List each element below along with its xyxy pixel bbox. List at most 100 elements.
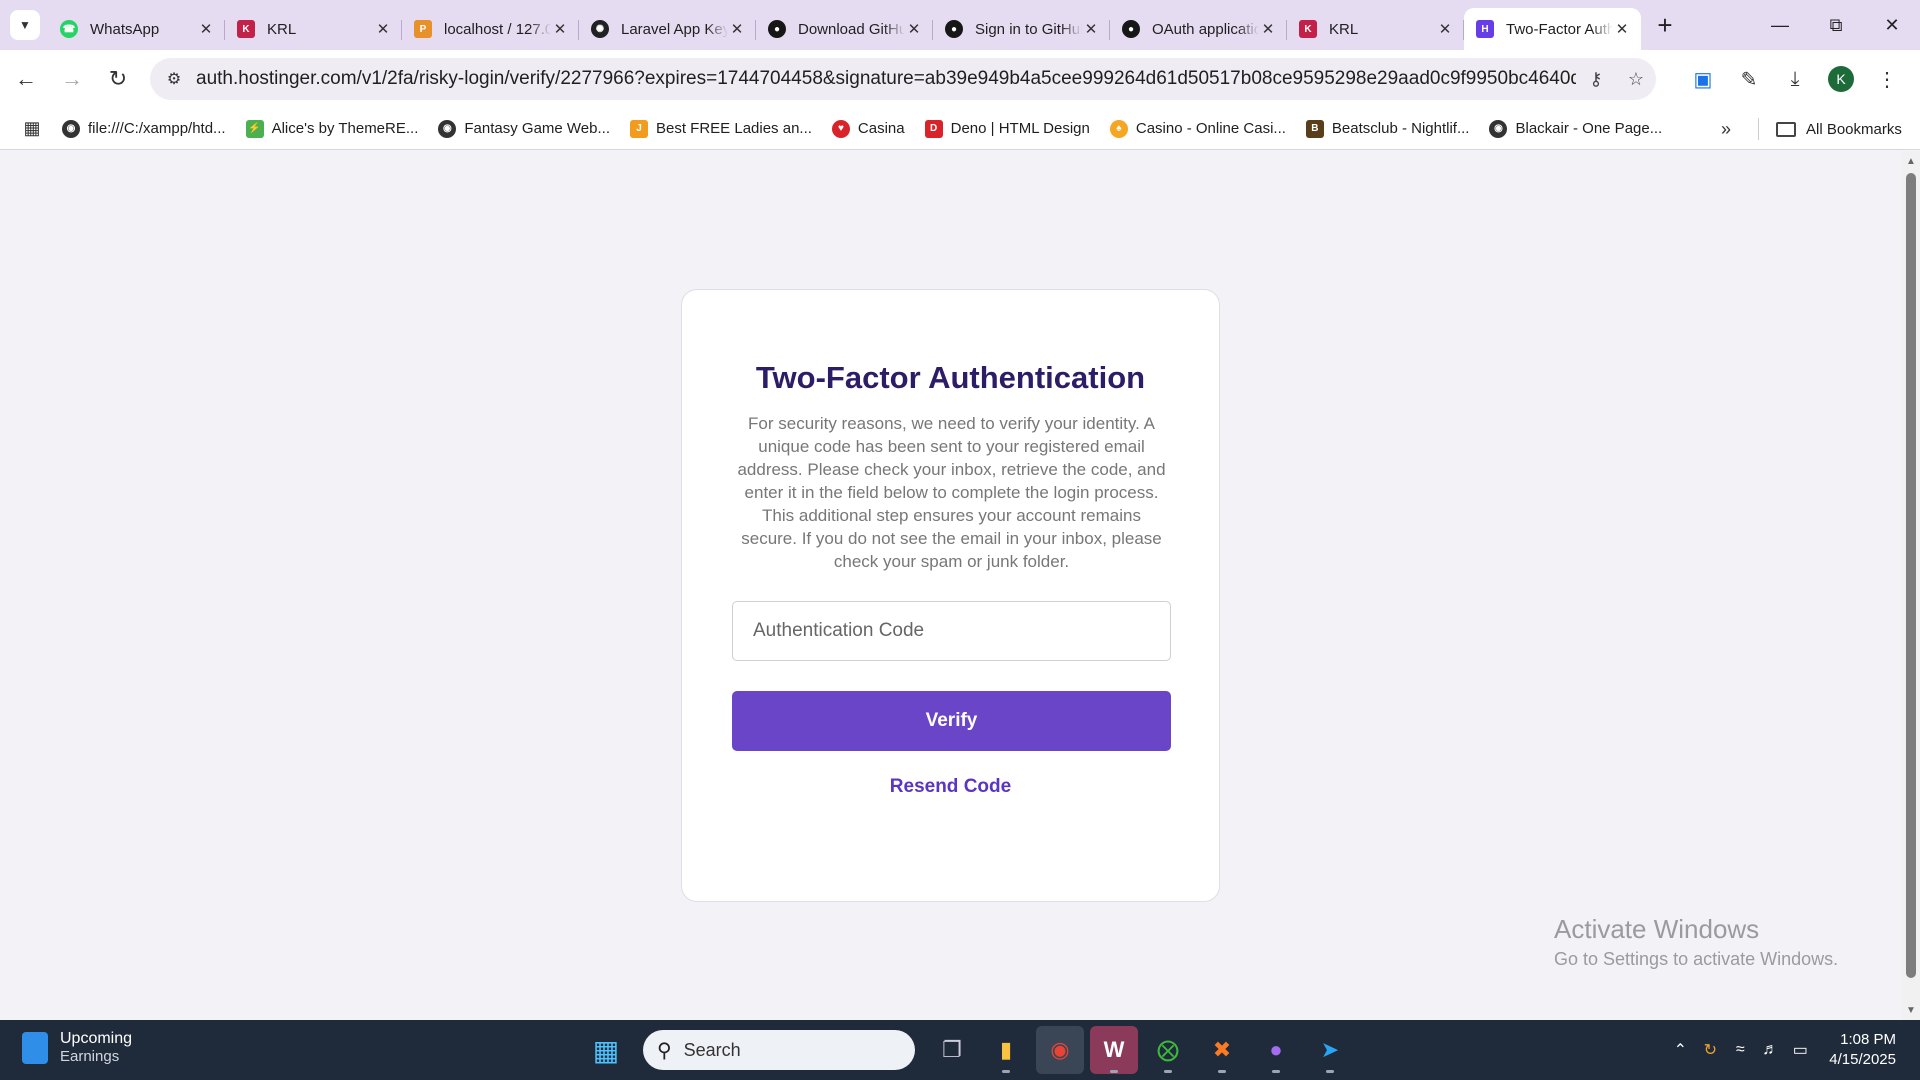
taskbar-clock[interactable]: 1:08 PM 4/15/2025 [1829,1030,1896,1070]
restore-button[interactable]: ⧉ [1808,0,1864,50]
bookmark-star-button[interactable]: ☆ [1616,59,1656,99]
url-text[interactable]: auth.hostinger.com/v1/2fa/risky-login/ve… [196,68,1576,90]
close-window-button[interactable]: ✕ [1864,0,1920,50]
scroll-up-icon[interactable]: ▲ [1902,153,1920,169]
apps-button[interactable]: ▦ [12,113,52,145]
bookmark-label: file:///C:/xampp/htd... [88,120,226,137]
xampp-button[interactable]: ✖ [1198,1026,1246,1074]
tab-localhost[interactable]: P localhost / 127.0.0.1 ✕ [402,8,579,50]
window-controls: — ⧉ ✕ [1752,0,1920,50]
windows-logo-icon: ▦ [592,1034,620,1066]
sync-button[interactable]: ↻ [1695,1030,1725,1070]
github-desktop-button[interactable]: ● [1252,1026,1300,1074]
xbox-button[interactable]: ⨂ [1144,1026,1192,1074]
close-icon[interactable]: ✕ [551,20,569,38]
browser-menu-button[interactable]: ⋮ [1864,59,1910,99]
close-icon[interactable]: ✕ [197,20,215,38]
weather-widget[interactable]: Upcoming Earnings [22,1030,132,1065]
taskbar-search[interactable]: ⚲ Search [643,1030,915,1070]
bookmark-item[interactable]: ◉ Blackair - One Page... [1479,113,1672,145]
tab-title: Download GitHub [798,20,905,38]
downloads-button[interactable]: ⤓ [1772,59,1818,99]
site-info-button[interactable]: ⚙ [154,59,194,99]
task-view-button[interactable]: ❐ [928,1026,976,1074]
forward-button[interactable]: → [52,59,92,99]
bookmark-label: Fantasy Game Web... [464,120,610,137]
bookmark-item[interactable]: ◉ file:///C:/xampp/htd... [52,113,236,145]
chevron-up-icon: ⌃ [1673,1042,1687,1059]
start-button[interactable]: ▦ [582,1026,630,1074]
close-icon[interactable]: ✕ [728,20,746,38]
taskbar-apps: ▦ ⚲ Search ❐ ▮ ◉ W ⨂ ✖ ● ➤ [579,1026,1357,1074]
bookmark-item[interactable]: ◉ Fantasy Game Web... [428,113,620,145]
tab-sign-in-github[interactable]: ● Sign in to GitHub ✕ [933,8,1110,50]
tab-title: WhatsApp [90,20,160,38]
password-key-button[interactable]: ⚷ [1576,59,1616,99]
bookmark-item[interactable]: J Best FREE Ladies an... [620,113,822,145]
battery-button[interactable]: ▭ [1785,1030,1815,1070]
authentication-code-input[interactable] [732,601,1171,661]
screen-capture-button[interactable]: ▣ [1680,59,1726,99]
bookmark-item[interactable]: ♥ Casina [822,113,915,145]
tab-strip: ▼ ☎ WhatsApp ✕ K KRL ✕ P localhost / 127… [0,0,1920,50]
close-icon[interactable]: ✕ [1436,20,1454,38]
xbox-icon: ⨂ [1157,1037,1179,1062]
new-tab-button[interactable]: + [1647,7,1683,43]
folder-icon [1776,121,1796,137]
krl-icon: K [1299,20,1317,38]
tab-title: Sign in to GitHub [975,20,1082,38]
verify-button[interactable]: Verify [732,691,1171,751]
show-hidden-icons-button[interactable]: ⌃ [1665,1030,1695,1070]
krl-icon: K [237,20,255,38]
close-icon[interactable]: ✕ [374,20,392,38]
close-icon[interactable]: ✕ [1082,20,1100,38]
tab-title: OAuth applications [1152,20,1259,38]
bookmark-item[interactable]: B Beatsclub - Nightlif... [1296,113,1480,145]
bookmark-item[interactable]: ⚡ Alice's by ThemeRE... [236,113,429,145]
file-explorer-button[interactable]: ▮ [982,1026,1030,1074]
profile-button[interactable]: K [1818,59,1864,99]
clock-date: 4/15/2025 [1829,1051,1896,1068]
casino-icon: ♠ [1109,119,1128,138]
close-icon[interactable]: ✕ [905,20,923,38]
chrome-button[interactable]: ◉ [1036,1026,1084,1074]
tab-krl-2[interactable]: K KRL ✕ [1287,8,1464,50]
scroll-down-icon[interactable]: ▼ [1902,1002,1920,1018]
word-button[interactable]: W [1090,1026,1138,1074]
minimize-button[interactable]: — [1752,0,1808,50]
vscode-button[interactable]: ➤ [1306,1026,1354,1074]
tab-krl[interactable]: K KRL ✕ [225,8,402,50]
back-button[interactable]: ← [6,59,46,99]
wifi-icon: ≈ [1735,1041,1745,1058]
more-bookmarks-button[interactable]: » [1710,113,1742,145]
all-bookmarks-button[interactable]: All Bookmarks [1776,113,1902,145]
tab-oauth-applications[interactable]: ● OAuth applications ✕ [1110,8,1287,50]
page-scrollbar[interactable]: ▲ ▼ [1902,151,1920,1020]
chevron-double-right-icon: » [1720,118,1731,139]
vscode-icon: ➤ [1320,1037,1340,1062]
close-icon[interactable]: ✕ [1259,20,1277,38]
address-bar[interactable]: ⚙ auth.hostinger.com/v1/2fa/risky-login/… [150,58,1656,100]
tab-title: Two-Factor Authentication [1506,20,1613,38]
reload-button[interactable]: ↻ [98,59,138,99]
extensions-button[interactable]: ✎ [1726,59,1772,99]
restore-icon: ⧉ [1829,14,1843,35]
resend-code-link[interactable]: Resend Code [682,776,1219,798]
bookmark-label: Casina [857,120,905,137]
bookmark-label: Deno | HTML Design [950,120,1090,137]
earnings-icon [22,1031,48,1064]
scrollbar-thumb[interactable] [1906,173,1916,978]
tab-laravel-app-key[interactable]: ✺ Laravel App Key ✕ [579,8,756,50]
tab-whatsapp[interactable]: ☎ WhatsApp ✕ [48,8,225,50]
watermark-subtitle: Go to Settings to activate Windows. [1554,949,1839,969]
bookmark-item[interactable]: ♠ Casino - Online Casi... [1100,113,1296,145]
close-icon[interactable]: ✕ [1613,20,1631,38]
tab-download-github[interactable]: ● Download GitHub ✕ [756,8,933,50]
bookmark-item[interactable]: D Deno | HTML Design [915,113,1100,145]
volume-button[interactable]: ♬ [1755,1030,1785,1070]
tab-search-button[interactable]: ▼ [10,10,40,40]
tune-icon: ⚙ [166,71,182,88]
themere-icon: ⚡ [245,119,264,138]
tab-two-factor-authentication[interactable]: H Two-Factor Authentication ✕ [1464,8,1641,50]
wifi-button[interactable]: ≈ [1725,1030,1755,1070]
